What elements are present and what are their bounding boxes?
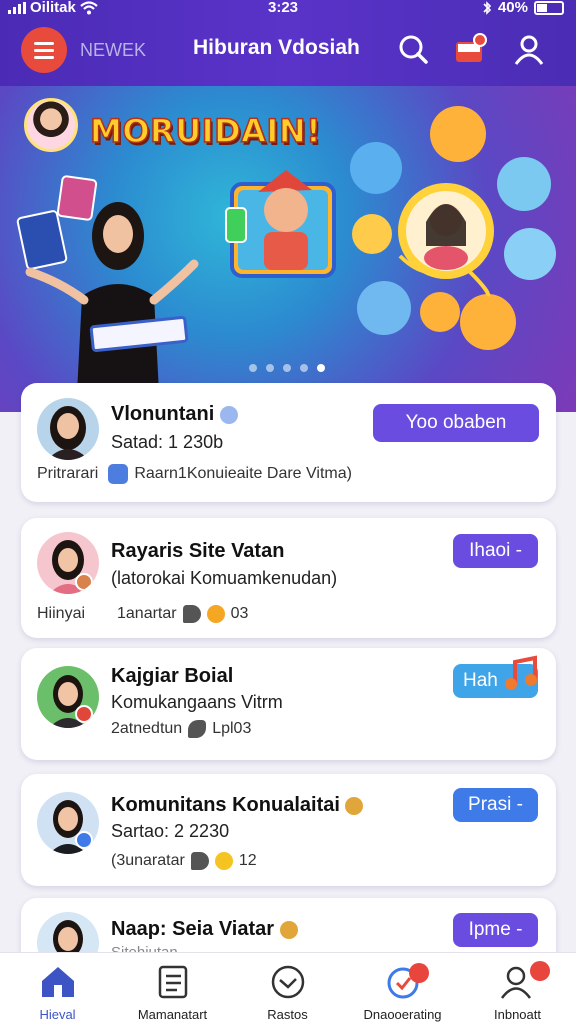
status-right: 40% — [482, 0, 564, 16]
status-time: 3:23 — [268, 0, 299, 16]
join-button[interactable]: Yoo obaben — [373, 404, 539, 442]
carousel-dots[interactable] — [249, 364, 325, 372]
comment-icon — [190, 852, 209, 870]
card-title: Rayaris Site Vatan — [111, 540, 285, 562]
card-meta: (3unaratar 12 — [111, 852, 257, 870]
wifi-icon — [80, 0, 98, 14]
promo-banner[interactable]: MORUIDAIN! — [0, 86, 576, 412]
card-meta-count: Lpl03 — [212, 720, 252, 737]
carousel-dot[interactable] — [283, 364, 291, 372]
carousel-dot[interactable] — [266, 364, 274, 372]
card-meta: Hiinyai 1anartar 03 — [37, 605, 248, 623]
top-bar: Oilitak 3:23 40% NEWEK Hiburan Vdosiah — [0, 0, 576, 86]
nav-label: Hieval — [39, 1007, 76, 1022]
avatar — [37, 792, 99, 854]
carrier: Oilitak — [8, 0, 98, 16]
card-title: Naap: Seia Viatar — [111, 918, 298, 941]
card-subtitle: Satad: 1 230b — [111, 432, 224, 452]
card-subtitle: Sartao: 2 2230 — [111, 821, 230, 841]
chat-icon — [108, 464, 129, 484]
music-note-icon — [505, 655, 537, 690]
home-icon — [41, 967, 74, 997]
carousel-dot-active[interactable] — [317, 364, 325, 372]
carousel-dot[interactable] — [300, 364, 308, 372]
action-button[interactable]: Ihaoi - — [453, 534, 538, 568]
bluetooth-icon — [483, 0, 492, 15]
notification-badge — [530, 961, 550, 981]
nav-label: Inbnoatt — [494, 1007, 541, 1022]
card-title: Vlonuntani — [111, 403, 238, 426]
avatar — [37, 532, 99, 594]
community-card[interactable]: Kajgiar Boial Komukangaans Vitrm 2atnedt… — [21, 648, 556, 760]
menu-button[interactable] — [21, 27, 67, 73]
card-meta: Pritrarari Raarn1Konuieaite Dare Vitma) — [37, 464, 352, 484]
emoji-icon — [279, 920, 298, 939]
card-meta-text: (3unaratar — [111, 852, 185, 869]
check-circle-icon — [271, 965, 304, 999]
card-meta-count: 12 — [238, 852, 257, 869]
card-title: Komunitans Konualaitai — [111, 794, 364, 817]
search-icon[interactable] — [396, 32, 432, 68]
card-meta-count: 03 — [230, 605, 249, 622]
carrier-name: Oilitak — [30, 0, 76, 16]
card-meta-label: Pritrarari — [37, 465, 99, 482]
card-meta: 2atnedtun Lpl03 — [111, 720, 251, 738]
card-meta-label: Hiinyai — [37, 605, 86, 622]
nav-posts[interactable]: Rastos — [230, 953, 345, 1024]
card-meta-text: 1anartar — [117, 605, 177, 622]
thumb-icon — [188, 720, 207, 738]
page-title: Hiburan Vdosiah — [193, 36, 360, 59]
avatar — [37, 666, 99, 728]
brand-name: NEWEK — [80, 40, 147, 60]
nav-label: Rastos — [267, 1007, 308, 1022]
nav-profile[interactable]: Inbnoatt — [460, 953, 575, 1024]
notification-badge — [409, 963, 429, 983]
status-bar: Oilitak 3:23 40% — [0, 0, 576, 18]
carousel-dot[interactable] — [249, 364, 257, 372]
profile-icon[interactable] — [511, 32, 547, 68]
nav-chat[interactable]: Dnaooerating — [345, 953, 460, 1024]
action-button[interactable]: Ipme - — [453, 913, 538, 947]
card-subtitle: (latorokai Komuamkenudan) — [111, 568, 338, 588]
nav-label: Dnaooerating — [363, 1007, 442, 1022]
battery-percent: 40% — [497, 0, 528, 16]
community-card[interactable]: Vlonuntani Satad: 1 230b Pritrarari Raar… — [21, 383, 556, 502]
emoji-icon — [345, 796, 364, 815]
community-card[interactable]: Rayaris Site Vatan (latorokai Komuamkenu… — [21, 518, 556, 638]
card-meta-text: 2atnedtun — [111, 720, 183, 737]
signal-icon — [8, 1, 26, 14]
bottom-nav: Hieval Mamanatart Rastos Dnaooerating In… — [0, 952, 576, 1024]
verified-icon — [219, 405, 238, 424]
coin-icon — [214, 852, 233, 870]
nav-home[interactable]: Hieval — [0, 953, 115, 1024]
card-subtitle: Komukangaans Vitrm — [111, 692, 283, 712]
shop-icon[interactable] — [452, 32, 488, 68]
card-name: Naap: Seia Viatar — [111, 918, 275, 940]
community-card[interactable]: Komunitans Konualaitai Sartao: 2 2230 (3… — [21, 774, 556, 886]
avatar — [37, 398, 99, 460]
action-button[interactable]: Prasi - — [453, 788, 538, 822]
list-icon — [158, 965, 187, 999]
nav-label: Mamanatart — [137, 1007, 208, 1022]
nav-manage[interactable]: Mamanatart — [115, 953, 230, 1024]
card-name: Vlonuntani — [111, 403, 215, 425]
battery-icon — [534, 0, 564, 15]
card-meta-text: Raarn1Konuieaite Dare Vitma) — [134, 465, 352, 482]
action-button-label: Hah — [463, 670, 498, 691]
card-name: Komunitans Konualaitai — [111, 794, 340, 816]
card-title: Kajgiar Boial — [111, 665, 234, 687]
star-icon — [206, 605, 225, 623]
comment-icon — [182, 605, 201, 623]
